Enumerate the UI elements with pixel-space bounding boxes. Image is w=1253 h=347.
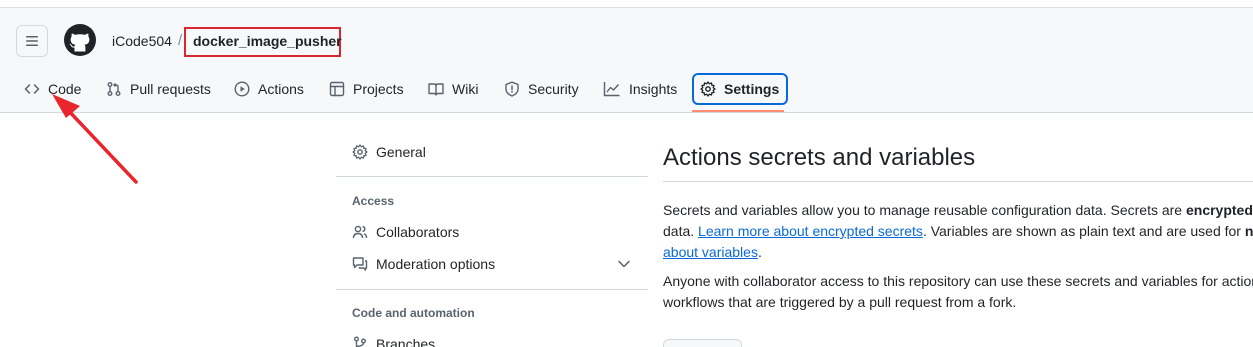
sidebar-item-branches[interactable]: Branches xyxy=(352,336,435,347)
shield-icon xyxy=(505,81,519,97)
tab-secrets-partial[interactable] xyxy=(663,339,742,347)
tab-wiki[interactable]: Wiki xyxy=(428,72,478,106)
tab-projects[interactable]: Projects xyxy=(329,72,404,106)
gear-icon xyxy=(352,144,368,160)
sidebar-item-label: Moderation options xyxy=(376,256,496,272)
sidebar-item-label: Branches xyxy=(376,336,436,347)
learn-more-variables-link[interactable]: about variables xyxy=(663,244,758,260)
people-icon xyxy=(352,225,368,239)
tab-label: Wiki xyxy=(452,81,479,97)
chevron-down-icon[interactable] xyxy=(618,260,630,268)
text: data. xyxy=(663,223,699,239)
divider xyxy=(336,176,648,177)
tab-actions[interactable]: Actions xyxy=(234,72,304,106)
table-icon xyxy=(329,81,345,97)
comment-discussion-icon xyxy=(352,257,368,271)
learn-more-secrets-link[interactable]: Learn more about encrypted secrets xyxy=(698,223,923,239)
text: . xyxy=(757,244,762,260)
sidebar-item-moderation[interactable]: Moderation options xyxy=(352,256,495,272)
sidebar-item-general[interactable]: General xyxy=(352,144,426,160)
graph-icon xyxy=(603,82,620,97)
divider xyxy=(336,289,648,290)
active-tab-underline xyxy=(692,110,784,112)
branch-icon xyxy=(354,336,366,347)
sidebar-item-label: Collaborators xyxy=(376,224,460,240)
annotation-arrow xyxy=(52,94,138,184)
text: Secrets and variables allow you to manag… xyxy=(663,202,1186,218)
tab-label: Security xyxy=(528,81,579,97)
sidebar-heading-access: Access xyxy=(352,194,395,208)
tab-label: Projects xyxy=(353,81,404,97)
page-title: Actions secrets and variables xyxy=(663,144,976,171)
text: . Variables are shown as plain text and … xyxy=(922,223,1245,239)
gear-icon xyxy=(700,81,716,97)
repo-name-link[interactable]: docker_image_pusher xyxy=(193,33,342,49)
book-icon xyxy=(428,83,444,96)
sidebar-heading-code-automation: Code and automation xyxy=(352,306,475,320)
description-line-2: data. Learn more about encrypted secrets… xyxy=(663,221,1253,242)
play-icon xyxy=(234,81,250,97)
tab-label: Settings xyxy=(724,81,780,97)
description-line-5: workflows that are triggered by a pull r… xyxy=(663,294,1017,310)
tab-label: Actions xyxy=(258,81,304,97)
description-line-3: about variables. xyxy=(663,242,1253,263)
tab-settings[interactable]: Settings xyxy=(692,73,789,105)
tab-insights[interactable]: Insights xyxy=(603,72,677,106)
emphasis-text: encrypted xyxy=(1185,202,1253,218)
tab-security[interactable]: Security xyxy=(504,72,579,106)
divider xyxy=(663,181,1253,182)
sidebar-item-collaborators[interactable]: Collaborators xyxy=(352,224,459,240)
tab-label: Insights xyxy=(629,81,678,97)
emphasis-text: no xyxy=(1244,223,1253,239)
description-line-1: Secrets and variables allow you to manag… xyxy=(663,200,1253,221)
description-line-4: Anyone with collaborator access to this … xyxy=(663,273,1253,289)
sidebar-item-label: General xyxy=(376,144,426,160)
